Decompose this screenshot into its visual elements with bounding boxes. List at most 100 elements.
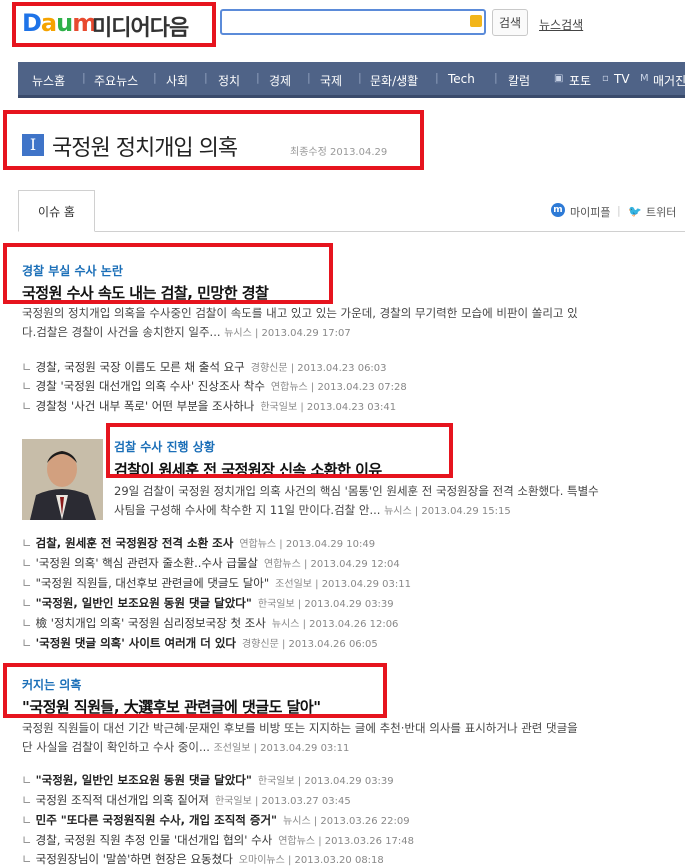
nav-item-photo[interactable]: 포토 [569, 72, 591, 89]
summary-line: 다.검찰은 경찰이 사건을 송치한지 일주... [22, 325, 221, 339]
related-article[interactable]: ∟ 국정원장님이 '말씀'하면 현장은 요동쳤다 오마이뉴스 | 2013.03.2… [22, 851, 384, 867]
related-source: 한국일보 | 2013.03.27 03:45 [214, 796, 351, 807]
highlight-box-title [3, 110, 424, 170]
bullet-icon: ∟ [22, 636, 32, 650]
related-source: 한국일보 | 2013.04.23 03:41 [260, 402, 397, 413]
twitter-icon: 🐦 [628, 205, 642, 218]
related-article[interactable]: ∟ 국정원 조직적 대선개입 의혹 짙어져 한국일보 | 2013.03.27 03… [22, 792, 351, 808]
main-nav: 뉴스홈 | 주요뉴스 | 사회 | 정치 | 경제 | 국제 | 문화/생활 |… [18, 62, 685, 98]
search-input[interactable] [226, 12, 470, 34]
nav-item-magazine[interactable]: 매거진 [653, 72, 685, 89]
summary-line: 사팀을 구성해 수사에 착수한 지 11일 만이다.검찰 안... [114, 503, 381, 517]
nav-item-society[interactable]: 사회 [166, 72, 188, 89]
related-title[interactable]: 경찰 '국정원 대선개입 의혹 수사' 진상조사 착수 [36, 379, 265, 393]
related-article[interactable]: ∟ 檢 '정치개입 의혹' 국정원 심리정보국장 첫 조사 뉴시스 | 2013.0… [22, 615, 398, 631]
section-summary: 29일 검찰이 국정원 정치개입 의혹 사건의 핵심 '몸통'인 원세훈 전 국… [114, 482, 674, 521]
bullet-icon: ∟ [22, 773, 32, 787]
related-article[interactable]: ∟ "국정원, 일반인 보조요원 동원 댓글 달았다" 한국일보 | 2013.04… [22, 595, 394, 611]
bullet-icon: ∟ [22, 813, 32, 827]
related-article[interactable]: ∟ 검찰, 원세훈 전 국정원장 전격 소환 조사 연합뉴스 | 2013.04.2… [22, 535, 375, 551]
related-title[interactable]: "국정원 직원들, 대선후보 관련글에 댓글도 달아" [36, 576, 270, 590]
related-title[interactable]: 민주 "또다른 국정원직원 수사, 개입 조직적 증거" [36, 813, 277, 827]
related-title[interactable]: '국정원 댓글 의혹' 사이트 여러개 더 있다 [36, 636, 236, 650]
related-article[interactable]: ∟ "국정원, 일반인 보조요원 동원 댓글 달았다" 한국일보 | 2013.04… [22, 772, 394, 788]
related-source: 조선일보 | 2013.04.29 03:11 [275, 579, 411, 590]
related-title[interactable]: 국정원장님이 '말씀'하면 현장은 요동쳤다 [36, 852, 233, 866]
search-dropdown-icon[interactable] [470, 15, 482, 27]
bullet-icon: ∟ [22, 379, 32, 393]
bullet-icon: ∟ [22, 793, 32, 807]
summary-line: 국정원의 정치개입 의혹을 수사중인 검찰이 속도를 내고 있고 있는 가운데,… [22, 306, 578, 320]
related-source: 연합뉴스 | 2013.04.29 12:04 [264, 559, 400, 570]
nav-item-news-home[interactable]: 뉴스홈 [32, 72, 65, 89]
nav-separator: | [435, 71, 439, 84]
article-source: 조선일보 | 2013.04.29 03:11 [213, 743, 350, 754]
mypeople-icon: m [551, 203, 565, 217]
article-photo[interactable] [22, 439, 103, 520]
article-source: 뉴시스 | 2013.04.29 15:15 [384, 506, 511, 517]
related-article[interactable]: ∟ 민주 "또다른 국정원직원 수사, 개입 조직적 증거" 뉴시스 | 2013.… [22, 812, 410, 828]
related-title[interactable]: 檢 '정치개입 의혹' 국정원 심리정보국장 첫 조사 [36, 616, 266, 630]
related-source: 뉴시스 | 2013.04.26 12:06 [271, 619, 399, 630]
related-article[interactable]: ∟ 경찰, 국정원 국장 이름도 모른 채 출석 요구 경향신문 | 2013.04… [22, 359, 387, 375]
related-source: 한국일보 | 2013.04.29 03:39 [257, 776, 394, 787]
bullet-icon: ∟ [22, 360, 32, 374]
related-title[interactable]: 경찰, 국정원 직원 추정 인물 '대선개입 협의' 수사 [36, 833, 273, 847]
nav-separator: | [307, 71, 311, 84]
nav-item-culture[interactable]: 문화/생활 [370, 72, 418, 89]
related-article[interactable]: ∟ '국정원 댓글 의혹' 사이트 여러개 더 있다 경향신문 | 2013.04.… [22, 635, 378, 651]
related-title[interactable]: "국정원, 일반인 보조요원 동원 댓글 달았다" [36, 773, 252, 787]
news-search-link[interactable]: 뉴스검색 [539, 16, 583, 33]
summary-line: 단 사실을 검찰이 확인하고 수사 중이... [22, 740, 210, 754]
bullet-icon: ∟ [22, 556, 32, 570]
related-article[interactable]: ∟ '국정원 의혹' 핵심 관련자 줄소환..수사 급물살 연합뉴스 | 2013.… [22, 555, 400, 571]
related-article[interactable]: ∟ "국정원 직원들, 대선후보 관련글에 댓글도 달아" 조선일보 | 2013.… [22, 575, 411, 591]
magazine-icon: M [640, 73, 649, 84]
search-button[interactable]: 검색 [492, 9, 528, 36]
nav-item-column[interactable]: 칼럼 [508, 72, 530, 89]
related-article[interactable]: ∟ 경찰, 국정원 직원 추정 인물 '대선개입 협의' 수사 연합뉴스 | 201… [22, 832, 414, 848]
related-title[interactable]: 경찰청 '사건 내부 폭로' 어떤 부분을 조사하나 [36, 399, 255, 413]
nav-item-politics[interactable]: 정치 [218, 72, 240, 89]
related-article[interactable]: ∟ 경찰청 '사건 내부 폭로' 어떤 부분을 조사하나 한국일보 | 2013.0… [22, 398, 396, 414]
article-source: 뉴시스 | 2013.04.29 17:07 [224, 328, 351, 339]
related-source: 오마이뉴스 | 2013.03.20 08:18 [238, 855, 384, 866]
bullet-icon: ∟ [22, 576, 32, 590]
tv-icon: ▫ [602, 73, 609, 84]
nav-item-economy[interactable]: 경제 [269, 72, 291, 89]
related-title[interactable]: "국정원, 일반인 보조요원 동원 댓글 달았다" [36, 596, 252, 610]
bullet-icon: ∟ [22, 536, 32, 550]
nav-item-main-news[interactable]: 주요뉴스 [94, 72, 138, 89]
share-mypeople[interactable]: 마이피플 [570, 204, 610, 220]
nav-item-world[interactable]: 국제 [320, 72, 342, 89]
related-source: 연합뉴스 | 2013.04.23 07:28 [270, 382, 407, 393]
related-source: 연합뉴스 | 2013.04.29 10:49 [239, 539, 376, 550]
tab-issue-home[interactable]: 이슈 홈 [18, 190, 95, 232]
highlight-box-logo [12, 2, 216, 47]
related-source: 뉴시스 | 2013.03.26 22:09 [283, 816, 410, 827]
nav-separator: | [153, 71, 157, 84]
search-box [220, 9, 486, 35]
related-source: 경향신문 | 2013.04.26 06:05 [241, 639, 378, 650]
summary-line: 국정원 직원들이 대선 기간 박근혜·문재인 후보를 비방 또는 지지하는 글에… [22, 721, 578, 735]
photo-icon: ▣ [554, 73, 564, 84]
nav-item-tech[interactable]: Tech [448, 72, 475, 86]
bullet-icon: ∟ [22, 833, 32, 847]
share-twitter[interactable]: 트위터 [646, 204, 676, 220]
nav-separator: | [82, 71, 86, 84]
summary-line: 29일 검찰이 국정원 정치개입 의혹 사건의 핵심 '몸통'인 원세훈 전 국… [114, 484, 599, 498]
related-source: 경향신문 | 2013.04.23 06:03 [250, 363, 387, 374]
related-source: 한국일보 | 2013.04.29 03:39 [257, 599, 394, 610]
related-title[interactable]: '국정원 의혹' 핵심 관련자 줄소환..수사 급물살 [36, 556, 258, 570]
nav-separator: | [204, 71, 208, 84]
highlight-box-section2 [106, 423, 453, 478]
related-article[interactable]: ∟ 경찰 '국정원 대선개입 의혹 수사' 진상조사 착수 연합뉴스 | 2013.… [22, 378, 407, 394]
nav-item-tv[interactable]: TV [614, 72, 630, 86]
related-title[interactable]: 국정원 조직적 대선개입 의혹 짙어져 [36, 793, 209, 807]
nav-separator: | [358, 71, 362, 84]
nav-separator: | [256, 71, 260, 84]
related-title[interactable]: 경찰, 국정원 국장 이름도 모른 채 출석 요구 [36, 360, 245, 374]
related-source: 연합뉴스 | 2013.03.26 17:48 [278, 836, 415, 847]
related-title[interactable]: 검찰, 원세훈 전 국정원장 전격 소환 조사 [36, 536, 234, 550]
share-separator: | [617, 204, 621, 217]
